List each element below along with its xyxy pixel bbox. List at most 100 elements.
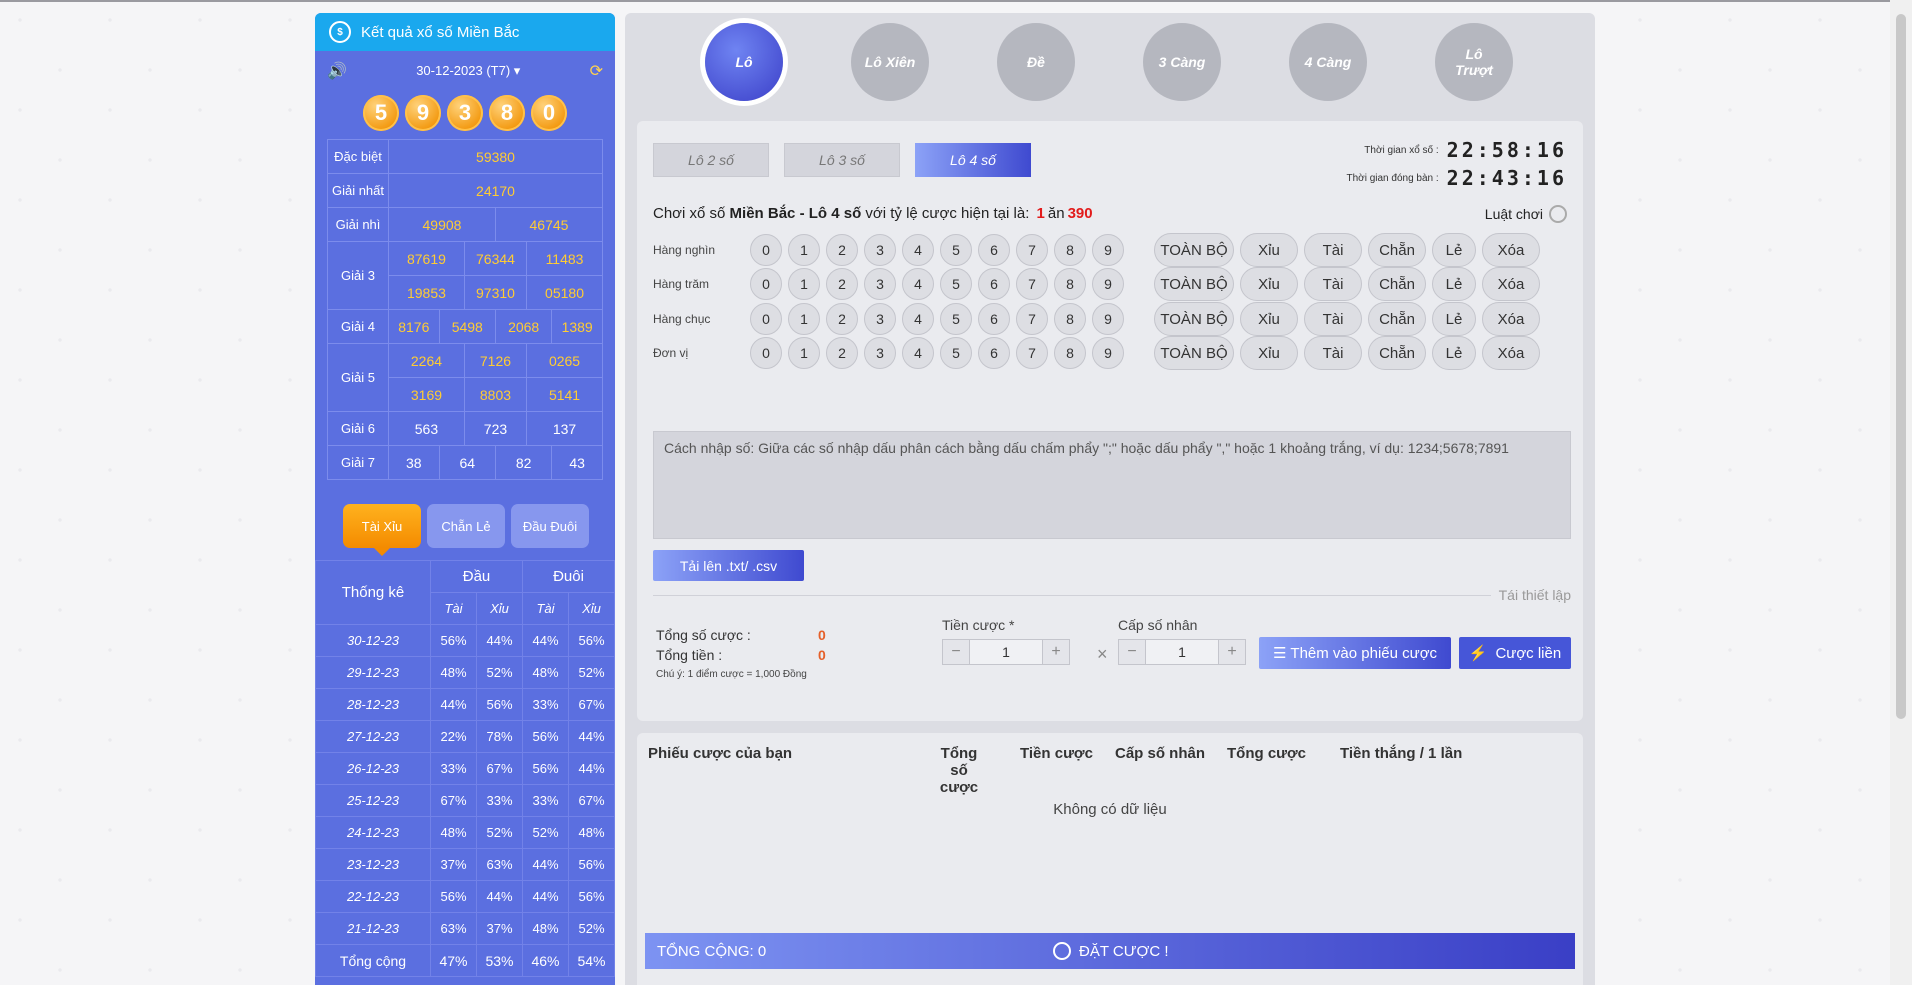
plus-button[interactable]: + (1043, 640, 1069, 664)
quick-select-button[interactable]: Chẵn (1368, 336, 1426, 370)
quick-select-button[interactable]: Lẻ (1432, 233, 1476, 267)
quick-select-button[interactable]: TOÀN BỘ (1154, 336, 1234, 370)
digit-button[interactable]: 4 (902, 337, 934, 369)
bet-now-button[interactable]: ⚡ Cược liền (1459, 637, 1571, 669)
quick-select-button[interactable]: Lẻ (1432, 267, 1476, 301)
prize-value: 05180 (526, 275, 603, 310)
date-select[interactable]: 30-12-2023 (T7) ▾ (416, 63, 520, 79)
digit-button[interactable]: 0 (750, 303, 782, 335)
digit-button[interactable]: 5 (940, 337, 972, 369)
close-time-value: 22:43:16 (1446, 166, 1567, 190)
digit-button[interactable]: 1 (788, 268, 820, 300)
numbers-input[interactable]: Cách nhập số: Giữa các số nhập dấu phân … (653, 431, 1571, 539)
digit-button[interactable]: 8 (1054, 234, 1086, 266)
digit-button[interactable]: 2 (826, 268, 858, 300)
digit-button[interactable]: 3 (864, 234, 896, 266)
reset-link[interactable]: Tái thiết lập (1490, 587, 1571, 603)
digit-button[interactable]: 9 (1092, 337, 1124, 369)
subtab-lo-4[interactable]: Lô 4 số (915, 143, 1031, 177)
tab-chan-le[interactable]: Chẵn Lẻ (427, 504, 505, 548)
quick-select-button[interactable]: Xóa (1482, 267, 1540, 301)
digit-button[interactable]: 7 (1016, 337, 1048, 369)
digit-button[interactable]: 2 (826, 337, 858, 369)
digit-button[interactable]: 9 (1092, 268, 1124, 300)
stats-cell: 44% (568, 752, 615, 785)
digit-button[interactable]: 8 (1054, 337, 1086, 369)
digit-button[interactable]: 1 (788, 337, 820, 369)
quick-select-button[interactable]: Xỉu (1240, 302, 1298, 336)
digit-button[interactable]: 6 (978, 303, 1010, 335)
quick-select-button[interactable]: Lẻ (1432, 336, 1476, 370)
digit-button[interactable]: 8 (1054, 268, 1086, 300)
digit-button[interactable]: 4 (902, 268, 934, 300)
digit-button[interactable]: 5 (940, 268, 972, 300)
minus-button[interactable]: − (1119, 640, 1145, 664)
quick-select-button[interactable]: Lẻ (1432, 302, 1476, 336)
digit-button[interactable]: 6 (978, 337, 1010, 369)
upload-button[interactable]: Tải lên .txt/ .csv (653, 550, 804, 581)
plus-button[interactable]: + (1219, 640, 1245, 664)
subtab-lo-2[interactable]: Lô 2 số (653, 143, 769, 177)
digit-button[interactable]: 7 (1016, 268, 1048, 300)
quick-select-button[interactable]: Xỉu (1240, 233, 1298, 267)
stats-cell: 23-12-23 (315, 848, 431, 881)
quick-select-button[interactable]: Tài (1304, 233, 1362, 267)
digit-button[interactable]: 8 (1054, 303, 1086, 335)
subtab-lo-3[interactable]: Lô 3 số (784, 143, 900, 177)
money-label: Tổng tiền : (656, 647, 723, 663)
digit-button[interactable]: 5 (940, 234, 972, 266)
digit-button[interactable]: 1 (788, 234, 820, 266)
digit-button[interactable]: 0 (750, 234, 782, 266)
tab-dau-duoi[interactable]: Đầu Đuôi (511, 504, 589, 548)
quick-select-button[interactable]: Chẵn (1368, 233, 1426, 267)
digit-button[interactable]: 6 (978, 234, 1010, 266)
digit-button[interactable]: 2 (826, 303, 858, 335)
tab-3-cang[interactable]: 3 Càng (1143, 23, 1221, 101)
quick-select-button[interactable]: Chẵn (1368, 302, 1426, 336)
minus-button[interactable]: − (943, 640, 969, 664)
digit-button[interactable]: 7 (1016, 303, 1048, 335)
digit-button[interactable]: 7 (1016, 234, 1048, 266)
quick-select-button[interactable]: Xỉu (1240, 336, 1298, 370)
page-scrollbar[interactable] (1890, 0, 1912, 985)
digit-button[interactable]: 5 (940, 303, 972, 335)
scrollbar-thumb[interactable] (1896, 14, 1906, 719)
results-title: Kết quả xổ số Miền Bắc (361, 23, 520, 41)
quick-select-button[interactable]: TOÀN BỘ (1154, 233, 1234, 267)
bet-amount-input[interactable]: 1 (969, 640, 1043, 664)
digit-button[interactable]: 3 (864, 268, 896, 300)
quick-select-button[interactable]: Xóa (1482, 336, 1540, 370)
quick-select-button[interactable]: TOÀN BỘ (1154, 302, 1234, 336)
digit-button[interactable]: 0 (750, 268, 782, 300)
digit-button[interactable]: 4 (902, 303, 934, 335)
speaker-icon[interactable]: 🔊 (327, 61, 347, 81)
multiplier-input[interactable]: 1 (1145, 640, 1219, 664)
rules-link[interactable]: Luật chơi (1485, 205, 1567, 223)
quick-select-button[interactable]: Chẵn (1368, 267, 1426, 301)
refresh-icon[interactable]: ⟳ (590, 61, 603, 81)
tab-lo-xien[interactable]: Lô Xiên (851, 23, 929, 101)
quick-select-button[interactable]: Xóa (1482, 302, 1540, 336)
add-to-ticket-button[interactable]: ☰ Thêm vào phiếu cược (1259, 637, 1451, 669)
quick-select-button[interactable]: Tài (1304, 302, 1362, 336)
quick-select-button[interactable]: TOÀN BỘ (1154, 267, 1234, 301)
tab-de[interactable]: Đề (997, 23, 1075, 101)
digit-button[interactable]: 9 (1092, 303, 1124, 335)
digit-button[interactable]: 1 (788, 303, 820, 335)
digit-button[interactable]: 9 (1092, 234, 1124, 266)
quick-select-button[interactable]: Tài (1304, 267, 1362, 301)
digit-button[interactable]: 0 (750, 337, 782, 369)
quick-select-button[interactable]: Xóa (1482, 233, 1540, 267)
digit-button[interactable]: 3 (864, 337, 896, 369)
tab-4-cang[interactable]: 4 Càng (1289, 23, 1367, 101)
digit-button[interactable]: 4 (902, 234, 934, 266)
digit-button[interactable]: 2 (826, 234, 858, 266)
tab-lo[interactable]: Lô (705, 23, 783, 101)
tab-lo-truot[interactable]: Lô Trượt (1435, 23, 1513, 101)
quick-select-button[interactable]: Xỉu (1240, 267, 1298, 301)
digit-button[interactable]: 6 (978, 268, 1010, 300)
quick-select-button[interactable]: Tài (1304, 336, 1362, 370)
digit-button[interactable]: 3 (864, 303, 896, 335)
tab-tai-xiu[interactable]: Tài Xỉu (343, 504, 421, 556)
place-bet-button[interactable]: ĐẶT CƯỢC ! (1053, 942, 1169, 960)
